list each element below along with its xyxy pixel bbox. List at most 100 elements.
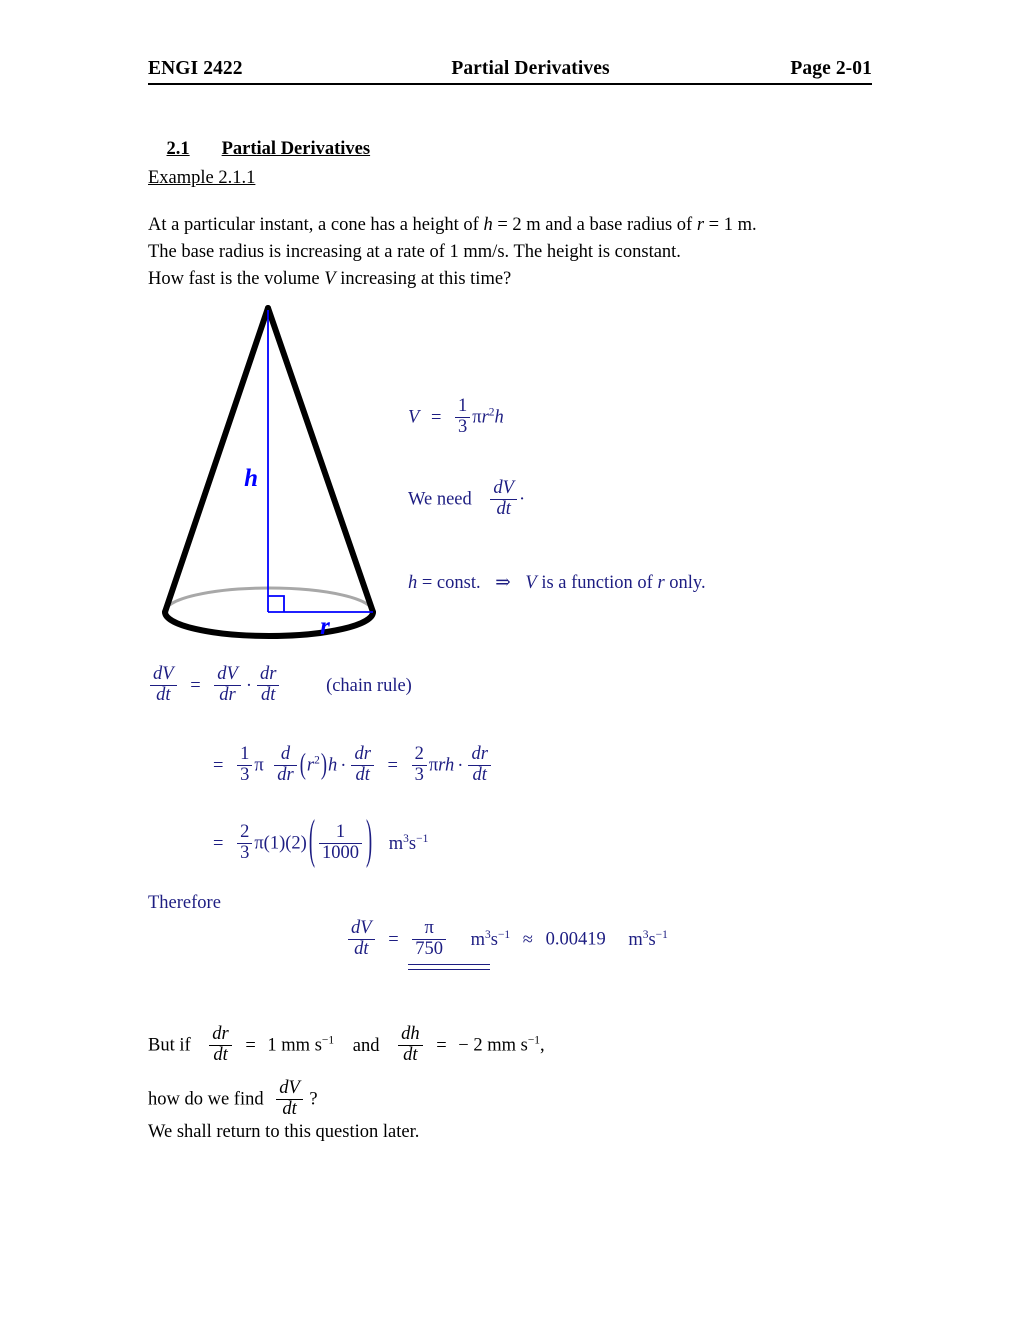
step3-f-den: 3: [237, 842, 253, 864]
closing-how-do-we-find: how do we find: [148, 1089, 264, 1110]
closing-comma: ,: [540, 1035, 545, 1056]
result-pi: π: [424, 918, 434, 938]
problem-line-3: How fast is the volume V increasing at t…: [148, 266, 757, 293]
problem-line-1c: = 1 m.: [708, 215, 757, 235]
step2-pi: π: [254, 755, 264, 776]
step3-units: m3s−1: [388, 832, 429, 854]
step3-inner-num: 1: [335, 822, 346, 842]
section-number: 2.1: [166, 139, 190, 159]
closing-line-3: We shall return to this question later.: [148, 1122, 420, 1142]
we-need-den: dt: [490, 498, 517, 520]
closing-line-2: how do we find dV dt ?: [148, 1078, 318, 1121]
step3-pi: π: [254, 833, 264, 854]
step2-dr-num: dr: [354, 744, 371, 764]
step3-unit-s-exp: −1: [416, 832, 429, 845]
closing-and: and: [352, 1035, 380, 1056]
result-unit2-s-exp: −1: [655, 928, 668, 941]
header-title: Partial Derivatives: [451, 58, 610, 79]
cone-svg: h r: [162, 305, 376, 640]
volume-frac-num: 1: [458, 396, 468, 416]
chain-t2-den: dt: [256, 684, 280, 706]
base-ellipse-back-arc: [163, 586, 375, 613]
closing-question-mark: ?: [309, 1089, 318, 1110]
result-unit2-s: s: [648, 929, 656, 950]
chain-t1-den: dr: [214, 684, 241, 706]
const-equals-const: = const.: [421, 573, 481, 593]
step2-h: h: [328, 755, 338, 776]
volume-pi: π: [472, 407, 482, 428]
step3-unit-m: m: [388, 833, 404, 854]
step2-fraction-1: 1 3: [237, 744, 253, 786]
closing-dV-fraction: dV dt: [276, 1078, 303, 1120]
closing-dr-num: dr: [212, 1024, 229, 1044]
volume-V: V: [408, 407, 420, 428]
chain-rule-note: (chain rule): [326, 675, 412, 696]
closing-but-if: But if: [148, 1035, 191, 1056]
equation-final-result: dV dt = π 750 m3s−1 ≈ 0.00419 m3s−1: [346, 918, 668, 970]
step2-f1-den: 3: [237, 764, 253, 786]
closing-value-2-exp: −1: [527, 1034, 541, 1047]
we-need-text: We need: [408, 489, 472, 510]
header-course: ENGI 2422: [148, 58, 243, 79]
result-fraction: π 750: [412, 918, 446, 960]
radius-label: r: [320, 613, 330, 640]
header-page: Page 2-01: [790, 58, 872, 79]
result-unit2-m: m: [628, 929, 643, 950]
base-ellipse-front-arc: [162, 609, 376, 639]
step3-bigparen-open: (: [308, 812, 315, 871]
closing-dr-den: dt: [209, 1044, 232, 1066]
therefore-label: Therefore: [148, 893, 221, 913]
chain-equals: =: [190, 675, 201, 696]
right-angle-marker: [268, 595, 285, 612]
problem-var-V: V: [324, 269, 336, 289]
result-lhs-den: dt: [348, 938, 375, 960]
step2-dr2-num: dr: [471, 744, 488, 764]
chain-dot: ·: [245, 675, 252, 696]
step3-inner-den: 1000: [318, 842, 362, 864]
closing-equals-1: =: [245, 1035, 256, 1056]
example-label: Example 2.1.1: [148, 168, 255, 189]
step2-equals-2: =: [387, 755, 398, 776]
height-label: h: [244, 465, 258, 492]
step3-bigparen-close: ): [365, 812, 373, 871]
closing-dr-fraction: dr dt: [209, 1024, 232, 1066]
volume-h: h: [494, 407, 504, 428]
we-need-fraction: dV dt: [490, 478, 517, 520]
step2-f1-num: 1: [240, 744, 250, 764]
chain-lhs-fraction: dV dt: [150, 664, 177, 706]
chain-t2-num: dr: [259, 664, 277, 684]
closing-dV-den: dt: [276, 1098, 303, 1120]
step2-pi-2: π: [428, 755, 439, 776]
result-approx-icon: ≈: [522, 929, 533, 950]
equation-volume: V = 1 3 πr2h: [408, 396, 504, 439]
result-den: 750: [412, 938, 446, 960]
result-lhs-num: dV: [351, 918, 372, 938]
volume-frac-den: 3: [455, 416, 471, 438]
we-need-period: ·: [518, 489, 526, 510]
const-tail-b: only.: [669, 573, 706, 593]
step2-paren-open: (: [299, 749, 306, 782]
closing-value-1-exp: −1: [321, 1034, 335, 1047]
closing-dh-num: dh: [401, 1024, 420, 1044]
step2-dot: ·: [340, 755, 347, 776]
result-unit1-s: s: [490, 929, 498, 950]
step2-h-2: h: [445, 755, 455, 776]
volume-r: r: [481, 407, 489, 428]
result-unit1-m: m: [470, 929, 486, 950]
step3-fraction: 2 3: [237, 822, 253, 864]
step2-dr-fraction-2: dr dt: [468, 744, 491, 786]
closing-dV-num: dV: [279, 1078, 300, 1098]
closing-equals-2: =: [436, 1035, 447, 1056]
step3-two: (2): [285, 833, 307, 854]
problem-var-h: h: [483, 215, 493, 235]
closing-value-2: − 2 mm s: [458, 1035, 528, 1056]
step2-d-num: d: [280, 744, 291, 764]
document-page: ENGI 2422 Partial Derivatives Page 2-01 …: [0, 0, 1020, 1320]
step2-derivative-operator: d dr: [274, 744, 297, 786]
step3-f-num: 2: [240, 822, 250, 842]
problem-var-r: r: [696, 215, 705, 235]
volume-equals: =: [430, 407, 442, 428]
step3-one: (1): [263, 833, 286, 854]
const-h: h: [408, 573, 418, 593]
equation-chain-rule: dV dt = dV dr · dr dt (chain rule): [148, 664, 412, 707]
